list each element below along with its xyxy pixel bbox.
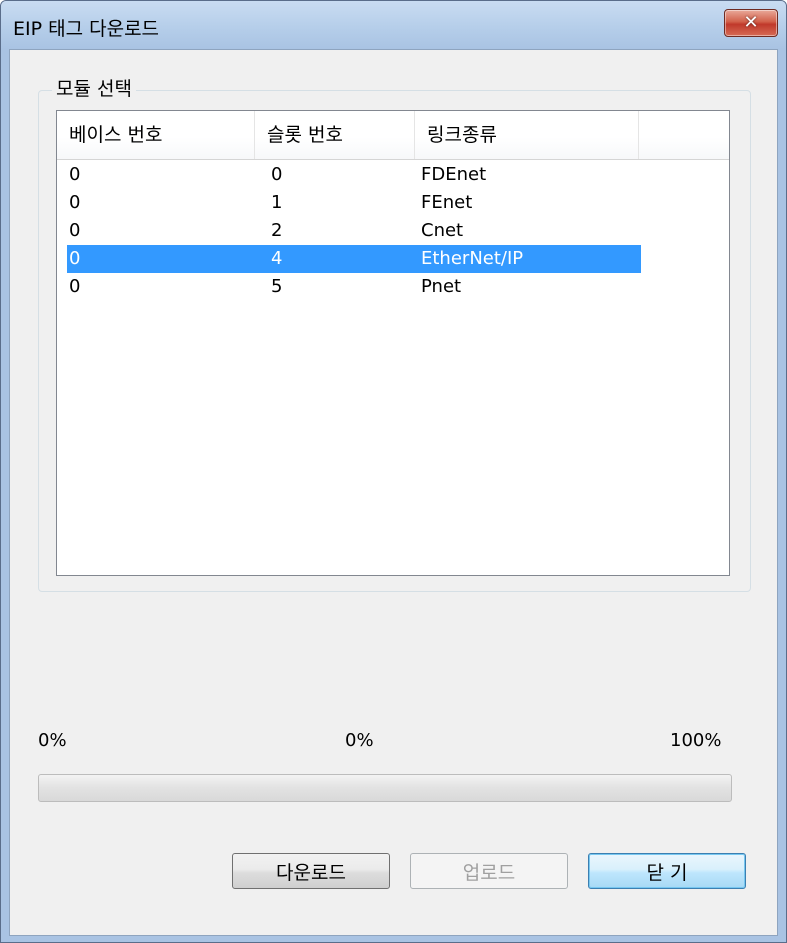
progress-max-label: 100% bbox=[670, 730, 722, 751]
list-item[interactable]: 0 0 FDEnet bbox=[67, 161, 641, 189]
upload-button[interactable]: 업로드 bbox=[410, 853, 568, 889]
cell-base: 0 bbox=[69, 164, 81, 185]
dialog-window: EIP 태그 다운로드 ✕ 모듈 선택 베이스 번호 슬롯 번호 링크종류 0 … bbox=[0, 0, 787, 943]
close-icon: ✕ bbox=[743, 12, 759, 33]
cell-base: 0 bbox=[69, 192, 81, 213]
column-header-slot[interactable]: 슬롯 번호 bbox=[255, 111, 415, 159]
close-dialog-button[interactable]: 닫 기 bbox=[588, 853, 746, 889]
module-list-header: 베이스 번호 슬롯 번호 링크종류 bbox=[57, 111, 729, 160]
download-progress-bar bbox=[38, 774, 732, 802]
cell-link-type: Pnet bbox=[421, 276, 462, 297]
cell-link-type: Cnet bbox=[421, 220, 464, 241]
cell-base: 0 bbox=[69, 276, 81, 297]
cell-slot: 0 bbox=[271, 164, 283, 185]
download-button[interactable]: 다운로드 bbox=[232, 853, 390, 889]
close-window-button[interactable]: ✕ bbox=[724, 9, 778, 37]
list-item[interactable]: 0 5 Pnet bbox=[67, 273, 641, 301]
cell-slot: 1 bbox=[271, 192, 283, 213]
list-item[interactable]: 0 1 FEnet bbox=[67, 189, 641, 217]
cell-link-type: FDEnet bbox=[421, 164, 487, 185]
dialog-client-area: 모듈 선택 베이스 번호 슬롯 번호 링크종류 0 0 FDEnet 0 1 F… bbox=[9, 49, 778, 936]
module-select-group-label: 모듈 선택 bbox=[52, 74, 136, 101]
cell-slot: 2 bbox=[271, 220, 283, 241]
cell-base: 0 bbox=[69, 220, 81, 241]
title-bar[interactable]: EIP 태그 다운로드 ✕ bbox=[1, 1, 786, 49]
cell-slot: 5 bbox=[271, 276, 283, 297]
window-title: EIP 태그 다운로드 bbox=[13, 18, 160, 40]
progress-current-label: 0% bbox=[345, 730, 374, 751]
cell-base: 0 bbox=[69, 248, 81, 269]
module-list[interactable]: 베이스 번호 슬롯 번호 링크종류 0 0 FDEnet 0 1 FEnet 0… bbox=[56, 110, 730, 576]
column-header-base[interactable]: 베이스 번호 bbox=[57, 111, 255, 159]
cell-link-type: EtherNet/IP bbox=[421, 248, 524, 269]
progress-min-label: 0% bbox=[38, 730, 67, 751]
cell-link-type: FEnet bbox=[421, 192, 473, 213]
list-item[interactable]: 0 2 Cnet bbox=[67, 217, 641, 245]
cell-slot: 4 bbox=[271, 248, 283, 269]
list-item-selected[interactable]: 0 4 EtherNet/IP bbox=[67, 245, 641, 273]
column-header-filler bbox=[639, 111, 729, 159]
column-header-link-type[interactable]: 링크종류 bbox=[415, 111, 639, 159]
